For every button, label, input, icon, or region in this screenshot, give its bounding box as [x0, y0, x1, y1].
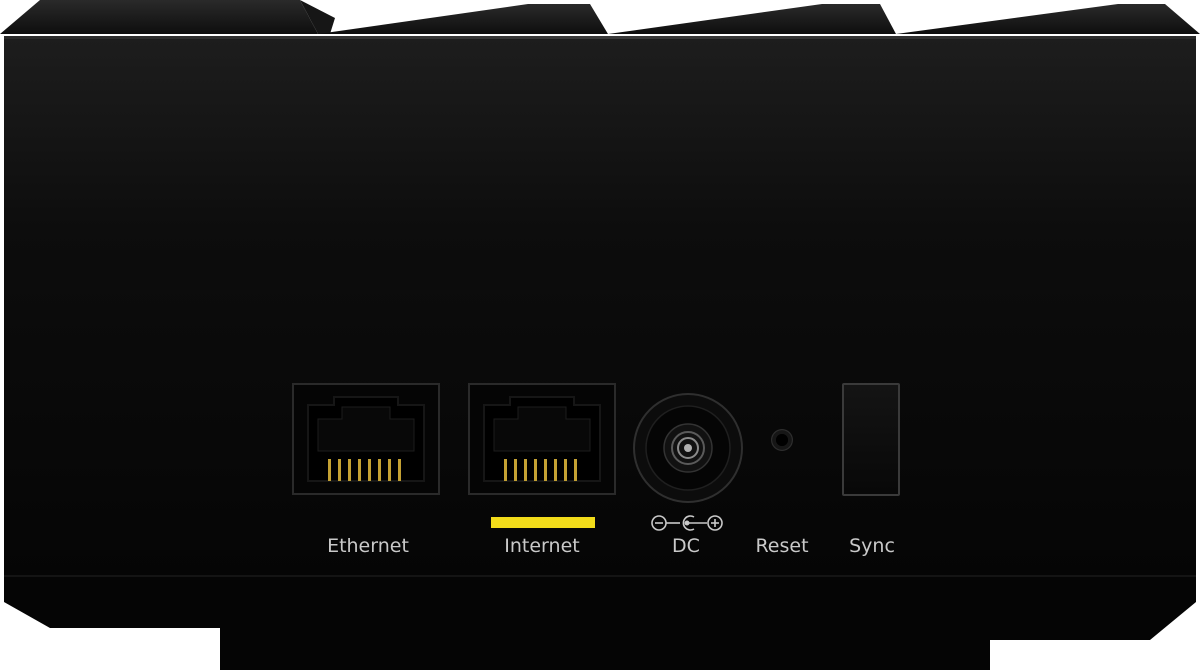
sync-button[interactable] [842, 383, 900, 496]
router-body [0, 0, 1200, 670]
base-skirt [4, 576, 1196, 670]
internet-indicator-bar [491, 517, 595, 528]
main-body [4, 39, 1196, 576]
ethernet-label: Ethernet [327, 535, 409, 557]
dc-polarity-icon [651, 515, 723, 531]
top-ridges [0, 0, 1200, 34]
sync-label: Sync [849, 535, 895, 557]
internet-label: Internet [504, 535, 580, 557]
ethernet-port[interactable] [292, 383, 440, 495]
reset-pinhole[interactable] [771, 429, 793, 451]
reset-label: Reset [755, 535, 809, 557]
base-seam [4, 575, 1196, 577]
dc-power-jack[interactable] [632, 392, 744, 504]
internet-port[interactable] [468, 383, 616, 495]
rj45-icon [307, 396, 425, 482]
rj45-icon [483, 396, 601, 482]
dc-label: DC [672, 535, 700, 557]
router-back-panel: Ethernet Internet DC Reset Sync [0, 0, 1200, 670]
